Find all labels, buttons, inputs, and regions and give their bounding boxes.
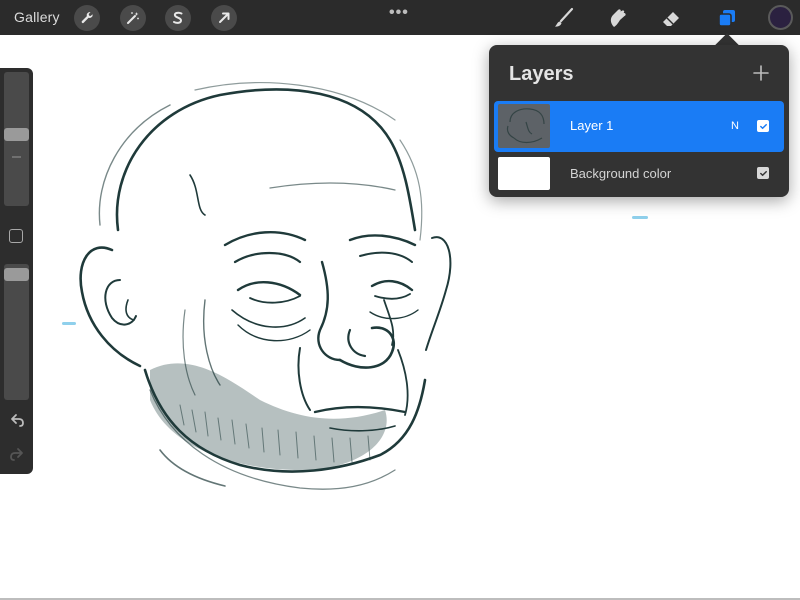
background-visibility-checkbox[interactable]	[757, 167, 769, 179]
color-picker-swatch[interactable]	[768, 5, 793, 30]
layers-panel-title: Layers	[509, 63, 574, 85]
checkmark-icon	[759, 123, 767, 129]
eraser-icon	[663, 12, 679, 26]
more-menu-icon[interactable]: •••	[389, 4, 409, 22]
eraser-tool-button[interactable]	[658, 5, 684, 31]
smudge-icon	[610, 9, 626, 27]
layer-name: Background color	[570, 166, 672, 181]
brush-size-slider-knob[interactable]	[4, 128, 29, 141]
opacity-slider[interactable]	[4, 264, 29, 400]
magic-wand-icon	[127, 12, 139, 24]
transform-button[interactable]	[211, 5, 237, 31]
modify-button[interactable]	[9, 229, 23, 243]
brush-size-slider[interactable]	[4, 72, 29, 206]
layers-icon	[718, 10, 735, 27]
background-color-thumbnail	[498, 157, 550, 190]
layer-row-background-color[interactable]: Background color	[494, 153, 784, 195]
checkmark-icon	[759, 170, 767, 176]
opacity-slider-knob[interactable]	[4, 268, 29, 281]
layer-thumbnail-sketch	[506, 108, 545, 144]
selection-button[interactable]	[165, 5, 191, 31]
actions-button[interactable]	[74, 5, 100, 31]
smudge-tool-button[interactable]	[604, 5, 630, 31]
brush-icon	[555, 7, 574, 27]
layer-name: Layer 1	[570, 118, 614, 133]
selection-s-icon	[173, 11, 183, 24]
layer-thumbnail	[498, 104, 550, 148]
transform-arrow-icon	[219, 12, 230, 23]
layers-panel: Layers Layer 1 N Background color	[489, 45, 789, 197]
gallery-link[interactable]: Gallery	[14, 9, 60, 25]
layer-blend-mode[interactable]: N	[731, 120, 739, 132]
wrench-icon	[81, 12, 93, 24]
layer-row-layer-1[interactable]: Layer 1 N	[494, 101, 784, 152]
layer-visibility-checkbox[interactable]	[757, 120, 769, 132]
top-toolbar: Gallery •••	[0, 0, 800, 35]
procreate-app: Gallery ••• Layers Layer 1 N Background …	[0, 0, 800, 600]
undo-icon[interactable]	[7, 411, 27, 431]
adjustments-button[interactable]	[120, 5, 146, 31]
brush-size-slider-mark	[12, 156, 21, 158]
brush-tool-button[interactable]	[550, 5, 576, 31]
layers-tool-button[interactable]	[714, 5, 740, 31]
left-sidebar	[0, 68, 33, 474]
add-layer-icon[interactable]	[751, 63, 771, 83]
redo-icon[interactable]	[7, 445, 27, 465]
